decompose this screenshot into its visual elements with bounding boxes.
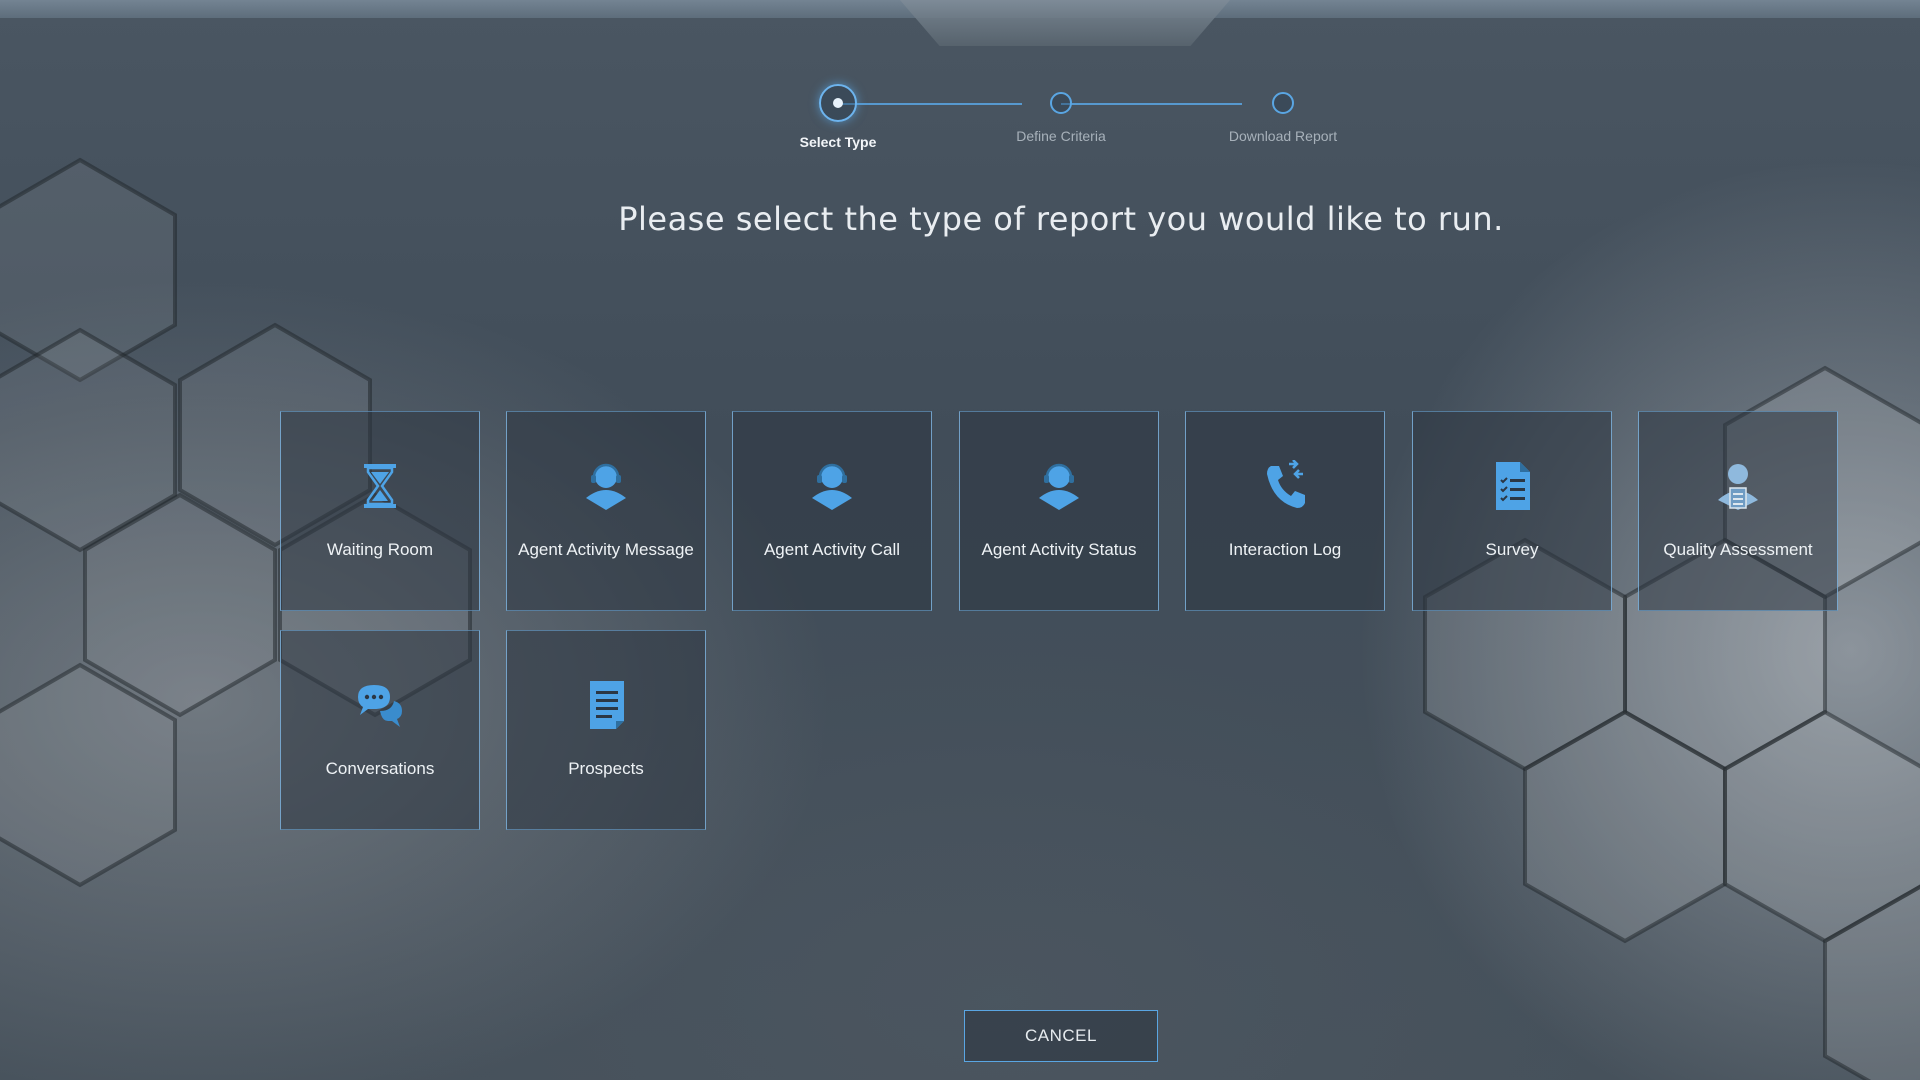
chat-bubbles-icon — [354, 679, 406, 731]
report-type-quality-assessment[interactable]: Quality Assessment — [1638, 411, 1838, 611]
tile-label: Agent Activity Status — [981, 540, 1137, 559]
document-icon — [580, 679, 632, 731]
agent-clipboard-icon — [1712, 460, 1764, 512]
tile-label: Agent Activity Call — [763, 540, 901, 559]
report-type-conversations[interactable]: Conversations — [280, 630, 480, 830]
step-select-type: Select Type — [748, 84, 928, 150]
step-indicator-icon — [1272, 92, 1294, 114]
checklist-document-icon — [1486, 460, 1538, 512]
tile-label: Prospects — [568, 759, 644, 778]
report-type-interaction-log[interactable]: Interaction Log — [1185, 411, 1385, 611]
tile-label: Survey — [1485, 540, 1539, 559]
hourglass-icon — [354, 460, 406, 512]
step-indicator-icon — [1050, 92, 1072, 114]
agent-headset-icon — [806, 460, 858, 512]
phone-transfer-icon — [1259, 460, 1311, 512]
cancel-button[interactable]: CANCEL — [964, 1010, 1158, 1062]
tile-label: Agent Activity Message — [518, 540, 694, 559]
top-tab-decoration — [900, 0, 1230, 46]
tile-label: Quality Assessment — [1663, 540, 1813, 559]
step-label: Download Report — [1228, 128, 1338, 144]
page-heading: Please select the type of report you wou… — [618, 200, 1504, 238]
report-type-survey[interactable]: Survey — [1412, 411, 1612, 611]
report-type-agent-activity-call[interactable]: Agent Activity Call — [732, 411, 932, 611]
tile-label: Waiting Room — [326, 540, 434, 559]
step-define-criteria: Define Criteria — [971, 84, 1151, 144]
report-type-waiting-room[interactable]: Waiting Room — [280, 411, 480, 611]
agent-headset-icon — [580, 460, 632, 512]
agent-headset-icon — [1033, 460, 1085, 512]
report-type-agent-activity-message[interactable]: Agent Activity Message — [506, 411, 706, 611]
step-indicator-icon — [819, 84, 857, 122]
tile-label: Interaction Log — [1228, 540, 1342, 559]
report-type-agent-activity-status[interactable]: Agent Activity Status — [959, 411, 1159, 611]
step-label: Select Type — [799, 134, 877, 150]
step-label: Define Criteria — [1016, 128, 1106, 144]
wizard-stepper: Select Type Define Criteria Download Rep… — [780, 84, 1337, 164]
tile-label: Conversations — [325, 759, 435, 778]
report-type-prospects[interactable]: Prospects — [506, 630, 706, 830]
step-download-report: Download Report — [1193, 84, 1373, 144]
